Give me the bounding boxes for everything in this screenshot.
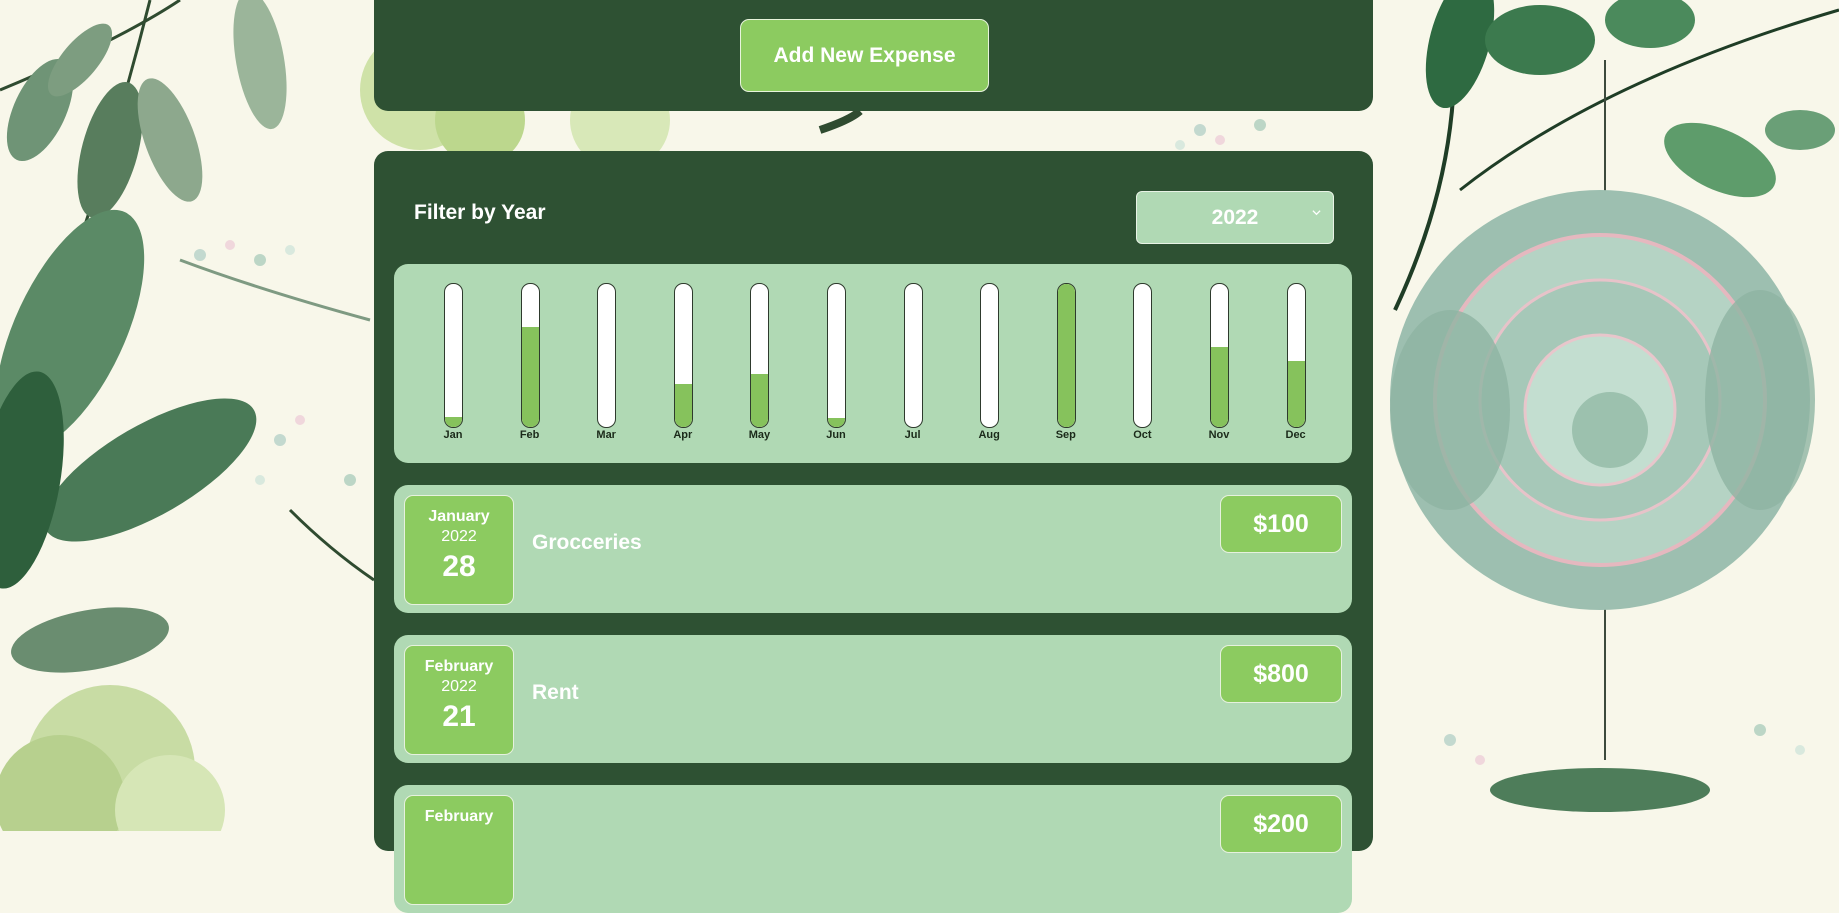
- expense-year: 2022: [441, 528, 477, 545]
- chart-bar-fill: [751, 374, 769, 427]
- chart-bar-track: [1056, 283, 1076, 428]
- chart-bar-oct: Oct: [1122, 283, 1162, 453]
- chart-bar-label: Jan: [443, 429, 463, 441]
- chart-bar-dec: Dec: [1276, 283, 1316, 453]
- expense-amount: $200: [1220, 795, 1342, 853]
- chart-bar-track: [673, 283, 693, 428]
- chart-bar-fill: [828, 418, 845, 427]
- chart-bar-label: Mar: [596, 429, 616, 441]
- expense-day: 28: [442, 550, 476, 583]
- expense-amount: $800: [1220, 645, 1342, 703]
- expense-day: 21: [442, 700, 476, 733]
- chart-bar-label: Nov: [1208, 429, 1230, 441]
- expense-month: January: [428, 508, 490, 525]
- year-select[interactable]: 2022: [1136, 191, 1334, 244]
- chart-bar-fill: [674, 384, 692, 427]
- chart-bar-track: [597, 283, 617, 428]
- filter-by-year-label: Filter by Year: [414, 201, 546, 224]
- chart-bar-label: Sep: [1055, 429, 1076, 441]
- chart-bar-mar: Mar: [586, 283, 626, 453]
- chart-bar-label: Jul: [904, 429, 921, 441]
- chart-bar-feb: Feb: [510, 283, 550, 453]
- chart-bar-label: Dec: [1285, 429, 1306, 441]
- expense-amount: $100: [1220, 495, 1342, 553]
- expense-month: February: [424, 808, 494, 825]
- chart-bar-track: [980, 283, 1000, 428]
- chart-bar-track: [827, 283, 846, 428]
- expense-item[interactable]: February $200: [394, 785, 1352, 913]
- chart-bar-jul: Jul: [893, 283, 933, 453]
- expense-title: Rent: [532, 681, 579, 704]
- chart-bar-jun: Jun: [816, 283, 856, 453]
- expense-date: January 2022 28: [404, 495, 514, 605]
- chart-bar-track: [903, 283, 923, 428]
- expense-date: February: [404, 795, 514, 905]
- chart-bar-track: [1286, 283, 1306, 428]
- expense-title: Grocceries: [532, 531, 642, 554]
- expense-item[interactable]: January 2022 28 Grocceries $100: [394, 485, 1352, 613]
- expense-date: February 2022 21: [404, 645, 514, 755]
- chevron-down-icon: [1312, 210, 1321, 216]
- chart-bar-fill: [521, 326, 539, 427]
- chart-bar-sep: Sep: [1046, 283, 1086, 453]
- chart-bar-nov: Nov: [1199, 283, 1239, 453]
- selected-year-value: 2022: [1211, 205, 1259, 229]
- chart-bar-label: Feb: [519, 429, 540, 441]
- monthly-expenses-chart: Jan Feb Mar Apr May Jun Jul Aug Sep Oct Nov Dec: [394, 264, 1352, 463]
- expenses-panel: Filter by Year 2022 Jan Feb Mar Apr May Jun Ju…: [374, 151, 1373, 913]
- chart-bar-label: Jun: [826, 429, 846, 441]
- chart-bar-may: May: [739, 283, 779, 453]
- chart-bar-fill: [1057, 284, 1075, 427]
- expense-item[interactable]: February 2022 21 Rent $800: [394, 635, 1352, 763]
- chart-bar-label: Oct: [1133, 429, 1152, 441]
- chart-bar-track: [1210, 283, 1229, 428]
- expense-month: February: [424, 658, 494, 675]
- chart-bar-aug: Aug: [969, 283, 1009, 453]
- header-panel: Add New Expense: [374, 0, 1373, 111]
- chart-bar-fill: [1211, 346, 1228, 427]
- chart-bar-fill: [1287, 361, 1305, 427]
- chart-bar-track: [444, 283, 463, 428]
- chart-bar-track: [1133, 283, 1153, 428]
- chart-bar-label: Aug: [978, 429, 1000, 441]
- chart-bar-apr: Apr: [663, 283, 703, 453]
- chart-bar-fill: [445, 417, 462, 427]
- chart-bar-label: May: [748, 429, 771, 441]
- chart-bar-jan: Jan: [433, 283, 473, 453]
- add-new-expense-button[interactable]: Add New Expense: [740, 19, 989, 92]
- expense-year: 2022: [441, 678, 477, 695]
- chart-bar-track: [750, 283, 770, 428]
- chart-bar-label: Apr: [673, 429, 693, 441]
- chart-bar-track: [520, 283, 540, 428]
